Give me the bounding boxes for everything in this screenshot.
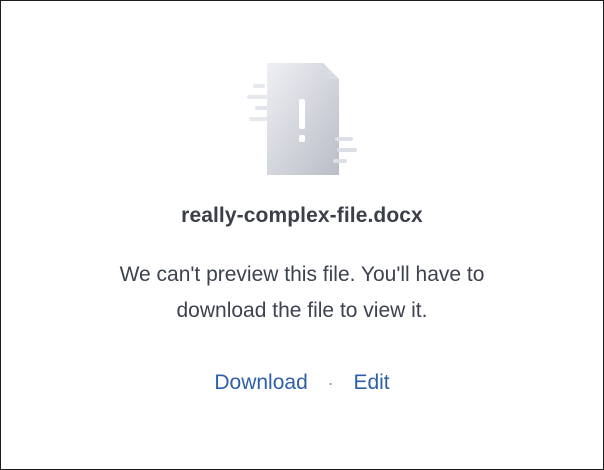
download-link[interactable]: Download [214,371,307,394]
file-warning-icon [245,59,359,179]
file-name: really-complex-file.docx [181,204,423,227]
file-actions: Download · Edit [1,371,603,395]
file-preview-panel: really-complex-file.docx We can't previe… [0,0,604,470]
edit-link[interactable]: Edit [353,371,389,394]
message-line-2: download the file to view it. [176,299,428,322]
message-line-1: We can't preview this file. You'll have … [119,263,485,286]
action-separator: · [327,373,334,393]
preview-unavailable-message: We can't preview this file. You'll have … [41,257,563,329]
